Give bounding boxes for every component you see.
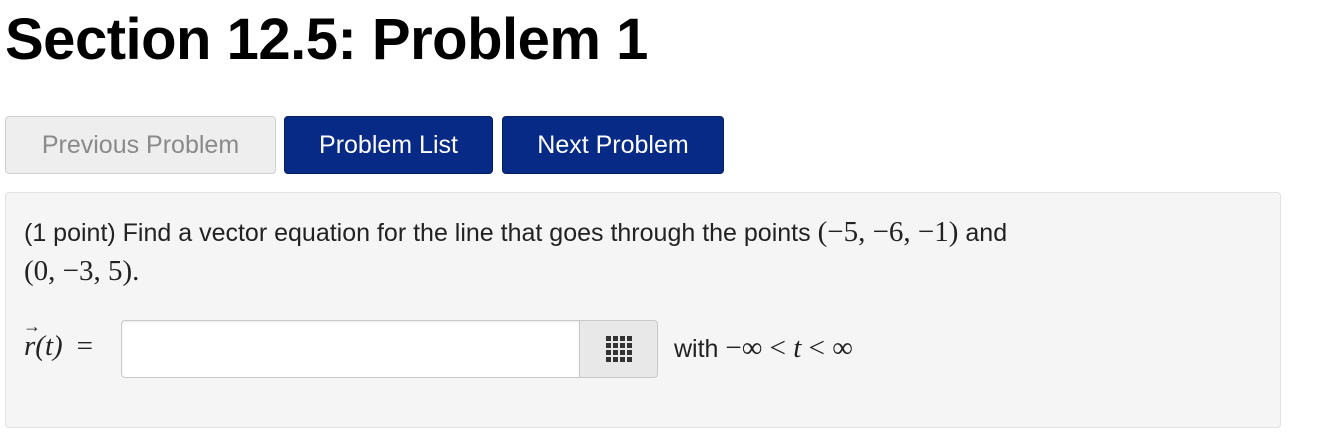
page-title: Section 12.5: Problem 1 — [5, 7, 648, 72]
answer-row: → r(t) = with −∞ < t < ∞ — [23, 316, 1244, 380]
vector-r-symbol: → r — [23, 316, 41, 362]
range-word: with — [674, 335, 726, 363]
next-problem-button[interactable]: Next Problem — [502, 116, 724, 174]
answer-label-equals: = — [76, 330, 94, 362]
answer-label: → r(t) = — [23, 316, 94, 363]
grid-icon — [605, 336, 632, 362]
problem-list-button[interactable]: Problem List — [284, 116, 493, 174]
problem-text-and: and — [958, 219, 1008, 247]
previous-problem-button[interactable]: Previous Problem — [5, 116, 276, 174]
problem-text-prefix: (1 point) Find a vector equation for the… — [24, 219, 818, 247]
range-right: < ∞ — [801, 332, 853, 364]
problem-statement: (1 point) Find a vector equation for the… — [24, 213, 1244, 291]
range-left: −∞ < — [725, 332, 794, 364]
equation-editor-button[interactable] — [579, 320, 658, 378]
problem-body: (1 point) Find a vector equation for the… — [5, 192, 1281, 428]
vector-arrow-icon: → — [23, 316, 41, 336]
answer-input[interactable] — [121, 320, 579, 378]
parameter-range: with −∞ < t < ∞ — [674, 332, 853, 365]
point-one: (−5, −6, −1) — [817, 216, 959, 248]
point-two: (0, −3, 5). — [24, 255, 140, 287]
